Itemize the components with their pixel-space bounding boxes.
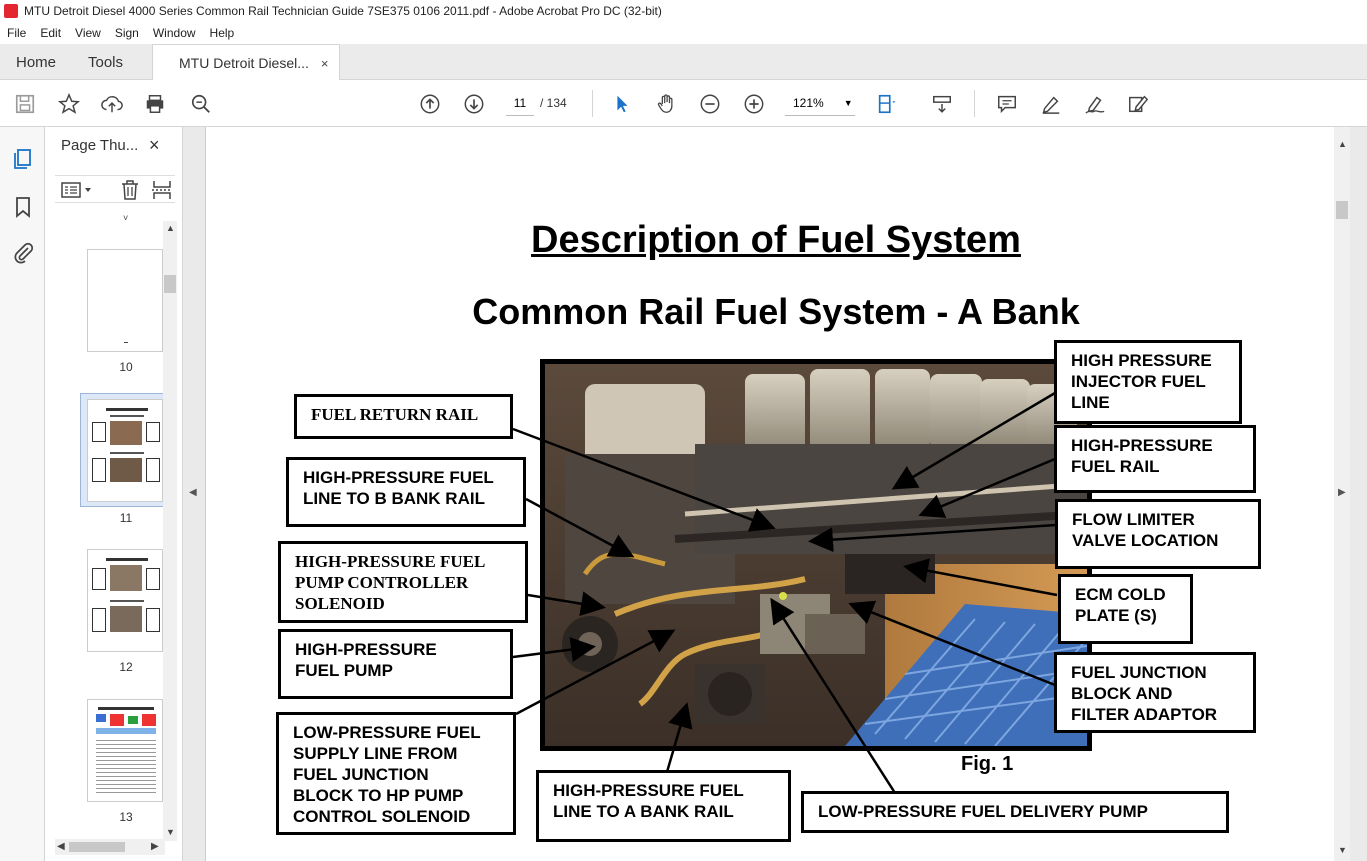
thumbnail-label: 11	[119, 511, 133, 525]
callout-fuel-return-rail: FUEL RETURN RAIL	[294, 394, 513, 439]
menu-help[interactable]: Help	[203, 26, 242, 40]
zoom-level-value: 121%	[793, 95, 824, 110]
page-number-input[interactable]	[506, 90, 534, 116]
print-icon[interactable]	[142, 91, 168, 117]
panel-vertical-scrollbar[interactable]: ▲ ▼	[163, 221, 177, 841]
fit-page-icon[interactable]	[874, 91, 900, 117]
expand-pane-icon[interactable]: ▶	[1338, 487, 1346, 498]
chevron-right-icon[interactable]: ▶	[151, 841, 159, 852]
chevron-up-icon[interactable]: ▲	[1338, 139, 1347, 149]
page-thumbnail[interactable]	[87, 399, 163, 502]
zoom-search-icon[interactable]	[188, 91, 214, 117]
panel-close-icon[interactable]: ×	[149, 135, 160, 156]
extract-pages-icon[interactable]	[151, 179, 173, 201]
sign-icon[interactable]	[1082, 91, 1108, 117]
star-icon[interactable]	[56, 91, 82, 117]
menu-window[interactable]: Window	[146, 26, 203, 40]
callout-hp-pump-controller: HIGH-PRESSURE FUEL PUMP CONTROLLER SOLEN…	[278, 541, 528, 623]
callout-hp-line-a-bank: HIGH-PRESSURE FUEL LINE TO A BANK RAIL	[536, 770, 791, 842]
tab-home[interactable]: Home	[16, 44, 56, 80]
trash-icon[interactable]	[119, 179, 141, 201]
page-count: / 134	[540, 96, 567, 110]
thumbnail-label: 13	[119, 810, 133, 824]
tab-close-icon[interactable]: ×	[321, 56, 329, 71]
bookmark-icon[interactable]	[11, 195, 35, 219]
hand-icon[interactable]	[653, 91, 679, 117]
arrow-down-circle-icon[interactable]	[461, 91, 487, 117]
upload-icon[interactable]	[99, 91, 125, 117]
panel-title: Page Thu...	[61, 137, 139, 154]
scroll-mode-icon[interactable]	[929, 91, 955, 117]
page-subtitle: Common Rail Fuel System - A Bank	[472, 291, 1080, 332]
page-thumbnail[interactable]	[87, 249, 163, 352]
menu-sign[interactable]: Sign	[108, 26, 146, 40]
page-thumbnail[interactable]	[87, 549, 163, 652]
menu-bar: File Edit View Sign Window Help	[0, 22, 1367, 44]
callout-fuel-junction: FUEL JUNCTION BLOCK AND FILTER ADAPTOR	[1054, 652, 1256, 733]
thumbnail-label: 12	[119, 660, 133, 674]
thumbnails-panel: Page Thu... × ˅ 10 11 12 13 ▲ ▼ ◀ ▶	[45, 127, 183, 861]
scroll-thumb[interactable]	[69, 842, 125, 852]
chevron-left-icon[interactable]: ◀	[57, 841, 65, 852]
tab-bar: Home Tools MTU Detroit Diesel... ×	[0, 44, 1367, 81]
document-viewer: ◀ ▲ ▶ ▼ Description of Fuel System Commo…	[183, 127, 1367, 861]
window-title: MTU Detroit Diesel 4000 Series Common Ra…	[24, 4, 662, 18]
edit-pdf-icon[interactable]	[1125, 91, 1151, 117]
callout-lp-supply-line: LOW-PRESSURE FUEL SUPPLY LINE FROM FUEL …	[276, 712, 516, 835]
chevron-down-icon: ▼	[843, 97, 853, 108]
tab-document-label: MTU Detroit Diesel...	[179, 55, 309, 71]
panel-horizontal-scrollbar[interactable]: ◀ ▶	[55, 839, 165, 855]
scroll-thumb[interactable]	[1336, 201, 1348, 219]
menu-edit[interactable]: Edit	[33, 26, 68, 40]
comment-icon[interactable]	[994, 91, 1020, 117]
left-rail	[0, 127, 45, 861]
zoom-level-select[interactable]: 121% ▼	[785, 90, 855, 116]
zoom-out-icon[interactable]	[697, 91, 723, 117]
scroll-indicator-icon: ˅	[123, 213, 129, 223]
title-bar: MTU Detroit Diesel 4000 Series Common Ra…	[0, 0, 1367, 22]
acrobat-logo-icon	[4, 4, 18, 18]
chevron-down-icon[interactable]: ▼	[1338, 845, 1347, 855]
callout-ecm-cold-plate: ECM COLD PLATE (S)	[1058, 574, 1193, 644]
figure-caption: Fig. 1	[961, 753, 1014, 775]
chevron-down-icon[interactable]: ▼	[166, 827, 175, 837]
tab-tools[interactable]: Tools	[88, 44, 123, 80]
chevron-up-icon[interactable]: ▲	[166, 223, 175, 233]
toolbar-divider	[592, 90, 593, 117]
engine-photo	[540, 359, 1092, 751]
attachment-icon[interactable]	[11, 240, 35, 264]
page-thumbnail[interactable]	[87, 699, 163, 802]
panel-toolbar	[55, 175, 175, 203]
scroll-thumb[interactable]	[164, 275, 176, 293]
arrow-up-circle-icon[interactable]	[417, 91, 443, 117]
callout-hp-fuel-rail: HIGH-PRESSURE FUEL RAIL	[1054, 425, 1256, 493]
toolbar	[0, 80, 1367, 127]
save-icon[interactable]	[12, 91, 38, 117]
toolbar-divider	[974, 90, 975, 117]
callout-hp-line-b-bank: HIGH-PRESSURE FUEL LINE TO B BANK RAIL	[286, 457, 526, 527]
zoom-in-icon[interactable]	[741, 91, 767, 117]
thumbnail-label: 10	[119, 360, 133, 374]
menu-file[interactable]: File	[0, 26, 33, 40]
callout-lp-delivery-pump: LOW-PRESSURE FUEL DELIVERY PUMP	[801, 791, 1229, 833]
pen-icon[interactable]	[1038, 91, 1064, 117]
menu-view[interactable]: View	[68, 26, 108, 40]
page-title: Description of Fuel System	[531, 219, 1021, 261]
callout-hp-injector-line: HIGH PRESSURE INJECTOR FUEL LINE	[1054, 340, 1242, 424]
callout-hp-fuel-pump: HIGH-PRESSURE FUEL PUMP	[278, 629, 513, 699]
collapse-panel-icon[interactable]: ◀	[189, 487, 197, 498]
thumbnail-options-icon[interactable]	[61, 180, 95, 200]
callout-flow-limiter: FLOW LIMITER VALVE LOCATION	[1055, 499, 1261, 569]
cursor-icon[interactable]	[609, 91, 635, 117]
tab-document[interactable]: MTU Detroit Diesel... ×	[152, 44, 340, 81]
page-thumbnails-icon[interactable]	[11, 147, 35, 171]
